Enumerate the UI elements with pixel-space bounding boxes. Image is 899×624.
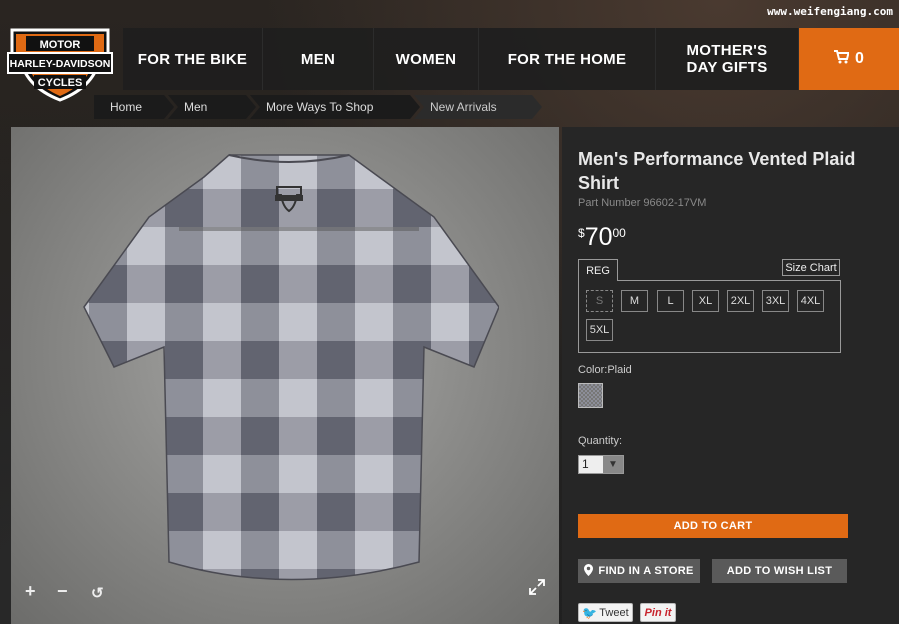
find-in-store-label: FIND IN A STORE (598, 565, 694, 577)
quantity-value: 1 (582, 457, 589, 471)
product-title: Men's Performance Vented Plaid Shirt (578, 149, 856, 193)
pin-it-button[interactable]: Pin it (640, 603, 676, 622)
color-label: Color:Plaid (578, 364, 632, 376)
nav-item-for-the-home[interactable]: FOR THE HOME (479, 28, 656, 90)
nav-item-women[interactable]: WOMEN (374, 28, 479, 90)
size-chart-link[interactable]: Size Chart (782, 259, 840, 276)
cart-count: 0 (855, 50, 864, 67)
twitter-bird-icon: 🐦 (582, 605, 598, 620)
main-nav: FOR THE BIKE MEN WOMEN FOR THE HOME MOTH… (123, 28, 899, 90)
logo-bottom-text: CYCLES (38, 77, 83, 89)
price-cents: 00 (612, 226, 626, 240)
cart-icon (834, 49, 850, 69)
chevron-down-icon: ▼ (603, 456, 623, 473)
tweet-label: Tweet (599, 606, 629, 619)
size-option-m[interactable]: M (621, 290, 648, 312)
product-image-panel: + − ↺ (11, 127, 559, 624)
map-pin-icon (584, 563, 594, 579)
add-to-wish-list-button[interactable]: ADD TO WISH LIST (712, 559, 847, 583)
zoom-in-button[interactable]: + (25, 581, 36, 602)
breadcrumb-men[interactable]: Men (168, 95, 256, 119)
cart-button[interactable]: 0 (799, 28, 899, 90)
part-number-label: Part Number (578, 197, 641, 209)
watermark-text: www.weifengiang.com (767, 5, 893, 18)
price-currency: $ (578, 226, 585, 240)
fullscreen-button[interactable] (529, 579, 545, 600)
size-option-5xl[interactable]: 5XL (586, 319, 613, 341)
size-option-l[interactable]: L (657, 290, 684, 312)
add-to-cart-button[interactable]: ADD TO CART (578, 514, 848, 538)
quantity-select[interactable]: 1 ▼ (578, 455, 624, 474)
size-option-2xl[interactable]: 2XL (727, 290, 754, 312)
product-price: $7000 (578, 223, 626, 252)
breadcrumb-home[interactable]: Home (94, 95, 174, 119)
fit-tab-reg[interactable]: REG (578, 259, 618, 281)
logo-top-text: MOTOR (40, 39, 81, 51)
harley-davidson-logo[interactable]: MOTOR HARLEY-DAVIDSON CYCLES (4, 26, 116, 104)
size-option-s[interactable]: S (586, 290, 613, 312)
find-in-store-button[interactable]: FIND IN A STORE (578, 559, 700, 583)
tweet-button[interactable]: 🐦 Tweet (578, 603, 633, 622)
breadcrumb-more-ways-to-shop[interactable]: More Ways To Shop (250, 95, 420, 119)
size-selector: S M L XL 2XL 3XL 4XL 5XL (578, 280, 841, 353)
quantity-label: Quantity: (578, 435, 623, 447)
nav-item-mothers-day-gifts[interactable]: MOTHER'S DAY GIFTS (656, 28, 799, 90)
part-number-value: 96602-17VM (643, 197, 707, 209)
price-whole: 70 (584, 223, 613, 251)
product-info-panel: Men's Performance Vented Plaid Shirt Par… (562, 127, 899, 624)
logo-middle-text: HARLEY-DAVIDSON (10, 58, 111, 70)
nav-item-for-the-bike[interactable]: FOR THE BIKE (123, 28, 263, 90)
size-option-xl[interactable]: XL (692, 290, 719, 312)
part-number: Part Number 96602-17VM (578, 197, 706, 209)
size-option-4xl[interactable]: 4XL (797, 290, 824, 312)
breadcrumb-new-arrivals[interactable]: New Arrivals (414, 95, 542, 119)
product-image-shirt (83, 154, 499, 581)
breadcrumb: Home Men More Ways To Shop New Arrivals (94, 95, 536, 119)
zoom-out-button[interactable]: − (57, 581, 68, 602)
reset-zoom-button[interactable]: ↺ (91, 584, 104, 602)
size-option-3xl[interactable]: 3XL (762, 290, 789, 312)
expand-icon (529, 579, 545, 595)
color-swatch-plaid[interactable] (578, 383, 603, 408)
nav-item-men[interactable]: MEN (263, 28, 374, 90)
